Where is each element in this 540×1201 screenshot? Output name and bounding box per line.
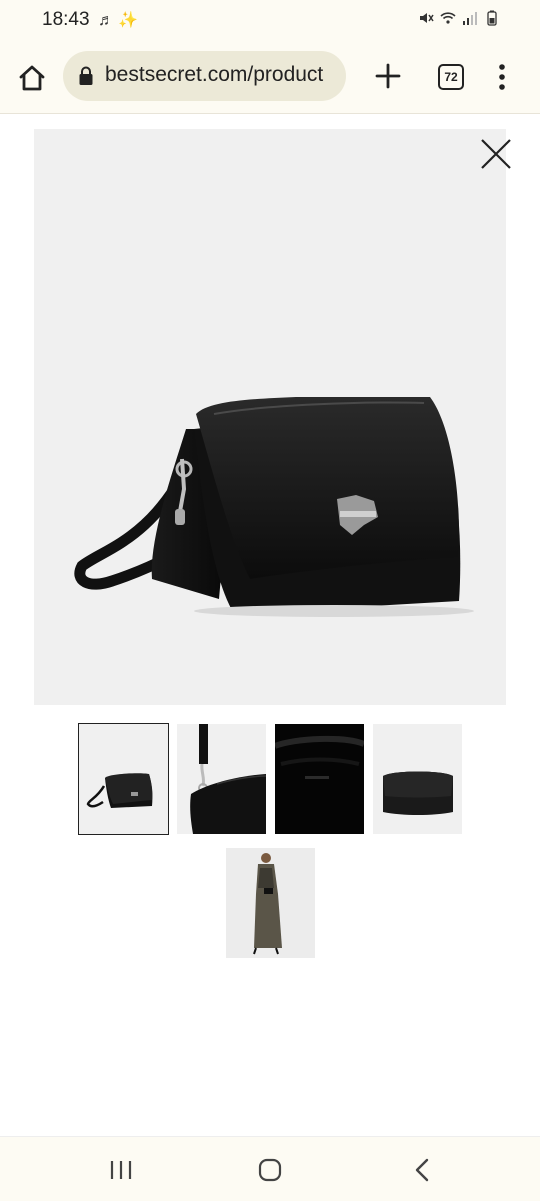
thumb-model: [253, 853, 282, 955]
thumb-interior: [275, 724, 364, 834]
signal-icon: [463, 12, 477, 25]
product-bag-illustration: [74, 397, 474, 617]
thumbnail-1[interactable]: [78, 723, 169, 835]
thumbnail-5[interactable]: [226, 848, 315, 958]
wifi-icon: [440, 12, 456, 24]
close-icon[interactable]: [478, 136, 514, 172]
more-vert-icon[interactable]: [494, 62, 510, 92]
status-right-icons: [418, 10, 500, 26]
recents-icon[interactable]: [108, 1157, 134, 1183]
thumb-bag-side: [86, 773, 153, 808]
url-text[interactable]: bestsecret.com/product: [105, 63, 341, 87]
main-product-image[interactable]: [34, 129, 506, 705]
battery-icon: [487, 10, 497, 26]
mute-icon: [420, 13, 434, 23]
status-time: 18:43: [42, 9, 90, 30]
system-nav-bar: [0, 1136, 540, 1201]
home-icon[interactable]: [16, 62, 48, 94]
status-bar: 18:43 ♬✨: [0, 0, 540, 40]
home-nav-icon[interactable]: [257, 1157, 283, 1183]
notification-icon: ♬: [98, 12, 118, 29]
browser-toolbar: bestsecret.com/product 72: [0, 40, 540, 114]
lock-icon[interactable]: [78, 66, 94, 86]
thumb-strap-detail: [190, 724, 266, 834]
magic-wand-icon: ✨: [118, 12, 142, 29]
plus-icon[interactable]: [374, 62, 402, 90]
back-icon[interactable]: [410, 1157, 436, 1183]
thumbnail-4[interactable]: [373, 724, 462, 834]
thumbnail-3[interactable]: [275, 724, 364, 834]
thumb-back-view: [383, 771, 453, 815]
thumbnail-2[interactable]: [177, 724, 266, 834]
tabs-icon[interactable]: 72: [438, 64, 464, 90]
status-left-icons: ♬✨: [98, 10, 142, 30]
url-bar[interactable]: bestsecret.com/product: [63, 51, 346, 101]
